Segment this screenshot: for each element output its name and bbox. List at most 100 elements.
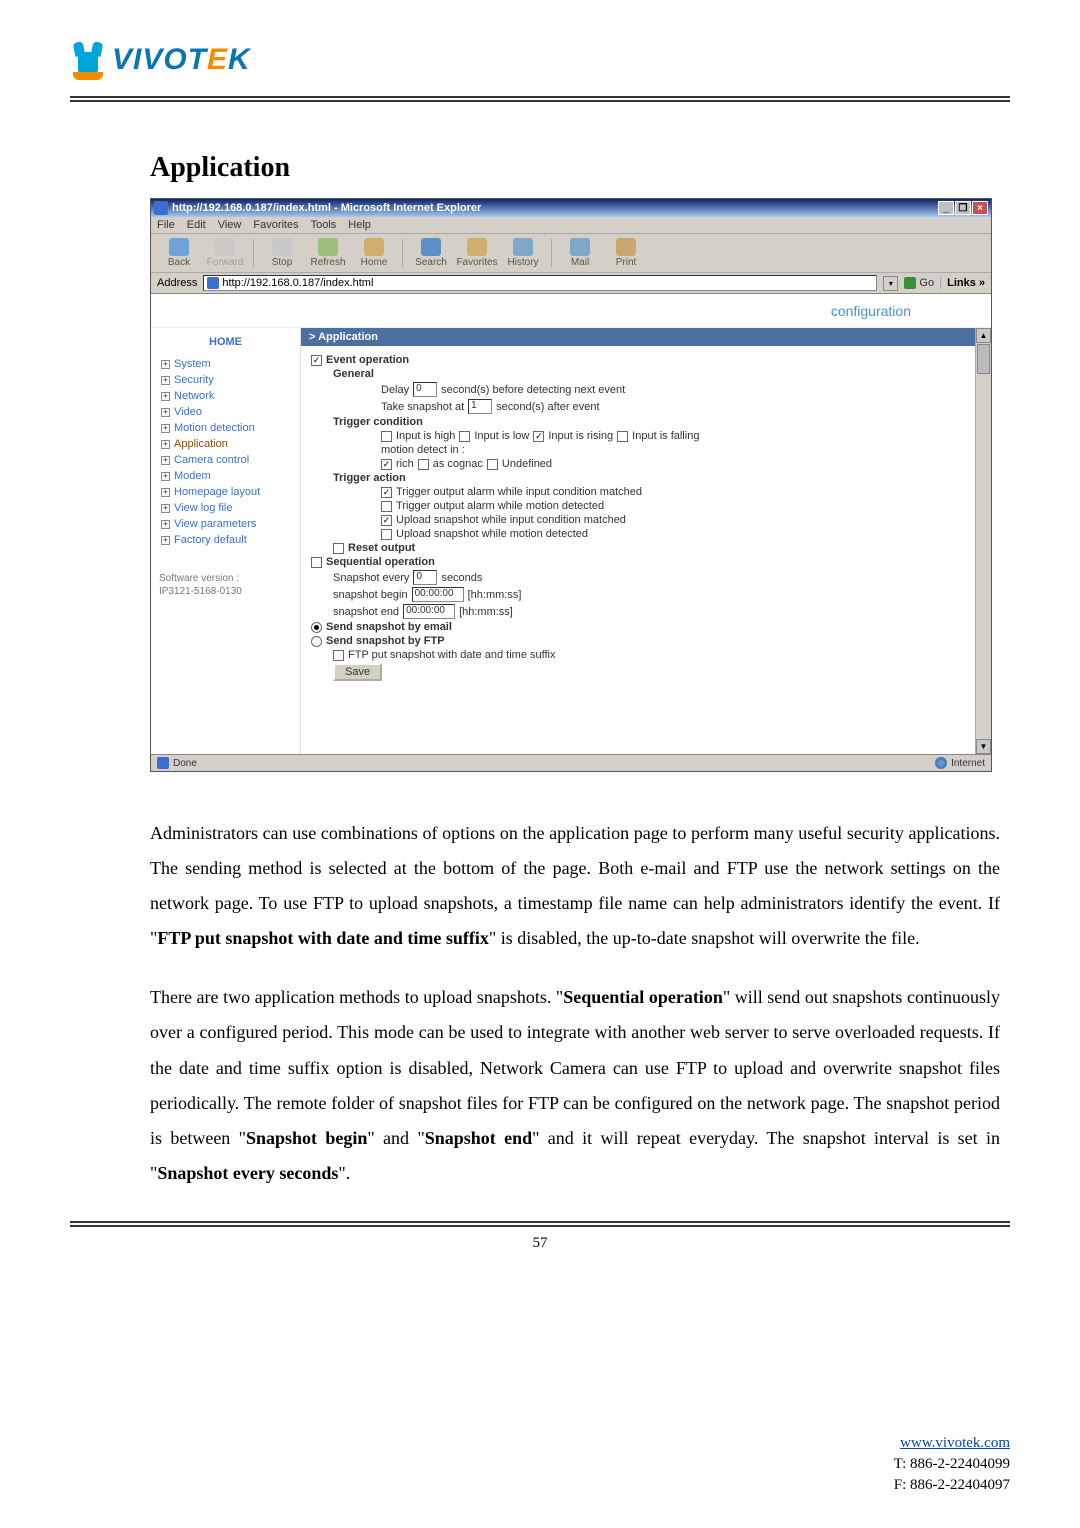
toolbar-stop[interactable]: Stop bbox=[260, 238, 304, 268]
md-rich-checkbox[interactable] bbox=[381, 459, 392, 470]
address-bar: Address http://192.168.0.187/index.html … bbox=[151, 273, 991, 294]
ta-up-input-label: Upload snapshot while input condition ma… bbox=[396, 514, 626, 526]
footer-fax: F: 886-2-22404097 bbox=[894, 1477, 1010, 1493]
page-number: 57 bbox=[70, 1235, 1010, 1252]
tc-rising-checkbox[interactable] bbox=[533, 431, 544, 442]
expand-icon[interactable]: + bbox=[161, 376, 170, 385]
close-button[interactable]: × bbox=[972, 201, 988, 215]
sidebar-item-application[interactable]: +Application bbox=[151, 436, 300, 452]
divider-top bbox=[70, 96, 1010, 102]
sidebar-item-modem[interactable]: +Modem bbox=[151, 468, 300, 484]
sidebar-item-view-log[interactable]: +View log file bbox=[151, 500, 300, 516]
menu-file[interactable]: File bbox=[157, 219, 175, 231]
scroll-up-icon[interactable]: ▲ bbox=[976, 328, 991, 343]
expand-icon[interactable]: + bbox=[161, 536, 170, 545]
scroll-thumb[interactable] bbox=[977, 344, 990, 374]
save-button[interactable]: Save bbox=[333, 663, 382, 681]
snap-end-input[interactable]: 00:00:00 bbox=[403, 604, 455, 619]
address-dropdown[interactable]: ▾ bbox=[883, 276, 898, 291]
snapshot-at-input[interactable]: 1 bbox=[468, 399, 492, 414]
toolbar-separator bbox=[253, 239, 254, 267]
reset-output-checkbox[interactable] bbox=[333, 543, 344, 554]
ta-up-input-checkbox[interactable] bbox=[381, 515, 392, 526]
toolbar-history[interactable]: History bbox=[501, 238, 545, 268]
expand-icon[interactable]: + bbox=[161, 440, 170, 449]
toolbar-back[interactable]: Back bbox=[157, 238, 201, 268]
expand-icon[interactable]: + bbox=[161, 504, 170, 513]
sidebar-item-camera-control[interactable]: +Camera control bbox=[151, 452, 300, 468]
expand-icon[interactable]: + bbox=[161, 488, 170, 497]
send-ftp-radio[interactable] bbox=[311, 636, 322, 647]
expand-icon[interactable]: + bbox=[161, 424, 170, 433]
tc-high-checkbox[interactable] bbox=[381, 431, 392, 442]
footer-url[interactable]: www.vivotek.com bbox=[900, 1435, 1010, 1451]
menu-view[interactable]: View bbox=[218, 219, 242, 231]
maximize-button[interactable]: ❐ bbox=[955, 201, 971, 215]
md-undef-label: Undefined bbox=[502, 458, 552, 470]
ta-out-motion-checkbox[interactable] bbox=[381, 501, 392, 512]
toolbar-home[interactable]: Home bbox=[352, 238, 396, 268]
snapshot-at-suffix: second(s) after event bbox=[496, 401, 599, 413]
address-input[interactable]: http://192.168.0.187/index.html bbox=[203, 275, 877, 291]
send-email-radio[interactable] bbox=[311, 622, 322, 633]
globe-icon bbox=[935, 757, 947, 769]
version-label: Software version : bbox=[159, 572, 292, 585]
go-button[interactable]: Go bbox=[904, 277, 934, 289]
md-undef-checkbox[interactable] bbox=[487, 459, 498, 470]
menu-tools[interactable]: Tools bbox=[311, 219, 337, 231]
trigger-action-heading: Trigger action bbox=[311, 472, 981, 484]
seq-operation-checkbox[interactable] bbox=[311, 557, 322, 568]
sidebar-home[interactable]: HOME bbox=[151, 336, 300, 348]
sidebar-item-factory-default[interactable]: +Factory default bbox=[151, 532, 300, 548]
snap-every-suffix: seconds bbox=[441, 572, 482, 584]
scroll-down-icon[interactable]: ▼ bbox=[976, 739, 991, 754]
tc-falling-checkbox[interactable] bbox=[617, 431, 628, 442]
panel-header: > Application bbox=[301, 328, 991, 346]
menubar: File Edit View Favorites Tools Help bbox=[151, 217, 991, 234]
sidebar-item-security[interactable]: +Security bbox=[151, 372, 300, 388]
window-title: http://192.168.0.187/index.html - Micros… bbox=[172, 202, 481, 214]
send-ftp-label: Send snapshot by FTP bbox=[326, 635, 445, 647]
snap-begin-suffix: [hh:mm:ss] bbox=[468, 589, 522, 601]
expand-icon[interactable]: + bbox=[161, 520, 170, 529]
sidebar-item-homepage-layout[interactable]: +Homepage layout bbox=[151, 484, 300, 500]
divider-bottom bbox=[70, 1221, 1010, 1227]
logo-text-accent: E bbox=[207, 43, 228, 76]
expand-icon[interactable]: + bbox=[161, 392, 170, 401]
expand-icon[interactable]: + bbox=[161, 472, 170, 481]
ftp-suffix-checkbox[interactable] bbox=[333, 650, 344, 661]
status-bar: Done Internet bbox=[151, 754, 991, 771]
expand-icon[interactable]: + bbox=[161, 408, 170, 417]
expand-icon[interactable]: + bbox=[161, 360, 170, 369]
toolbar-forward[interactable]: Forward bbox=[203, 238, 247, 268]
minimize-button[interactable]: _ bbox=[938, 201, 954, 215]
toolbar-search[interactable]: Search bbox=[409, 238, 453, 268]
event-operation-checkbox[interactable] bbox=[311, 355, 322, 366]
logo-text-end: K bbox=[228, 43, 251, 76]
menu-help[interactable]: Help bbox=[348, 219, 371, 231]
sidebar-item-video[interactable]: +Video bbox=[151, 404, 300, 420]
snap-every-input[interactable]: 0 bbox=[413, 570, 437, 585]
ta-up-motion-checkbox[interactable] bbox=[381, 529, 392, 540]
ta-out-input-checkbox[interactable] bbox=[381, 487, 392, 498]
sidebar-item-view-params[interactable]: +View parameters bbox=[151, 516, 300, 532]
menu-edit[interactable]: Edit bbox=[187, 219, 206, 231]
tc-low-checkbox[interactable] bbox=[459, 431, 470, 442]
menu-favorites[interactable]: Favorites bbox=[253, 219, 298, 231]
toolbar-print[interactable]: Print bbox=[604, 238, 648, 268]
toolbar-favorites[interactable]: Favorites bbox=[455, 238, 499, 268]
body-text: Administrators can use combinations of o… bbox=[150, 816, 1000, 1191]
sidebar-item-system[interactable]: +System bbox=[151, 356, 300, 372]
logo-icon bbox=[70, 40, 106, 80]
links-label[interactable]: Links » bbox=[940, 277, 985, 289]
scrollbar[interactable]: ▲ ▼ bbox=[975, 328, 991, 754]
snap-begin-input[interactable]: 00:00:00 bbox=[412, 587, 464, 602]
motion-detect-label: motion detect in : bbox=[311, 444, 981, 456]
toolbar-mail[interactable]: Mail bbox=[558, 238, 602, 268]
md-cognac-checkbox[interactable] bbox=[418, 459, 429, 470]
delay-input[interactable]: 0 bbox=[413, 382, 437, 397]
sidebar-item-network[interactable]: +Network bbox=[151, 388, 300, 404]
expand-icon[interactable]: + bbox=[161, 456, 170, 465]
toolbar-refresh[interactable]: Refresh bbox=[306, 238, 350, 268]
sidebar-item-motion[interactable]: +Motion detection bbox=[151, 420, 300, 436]
